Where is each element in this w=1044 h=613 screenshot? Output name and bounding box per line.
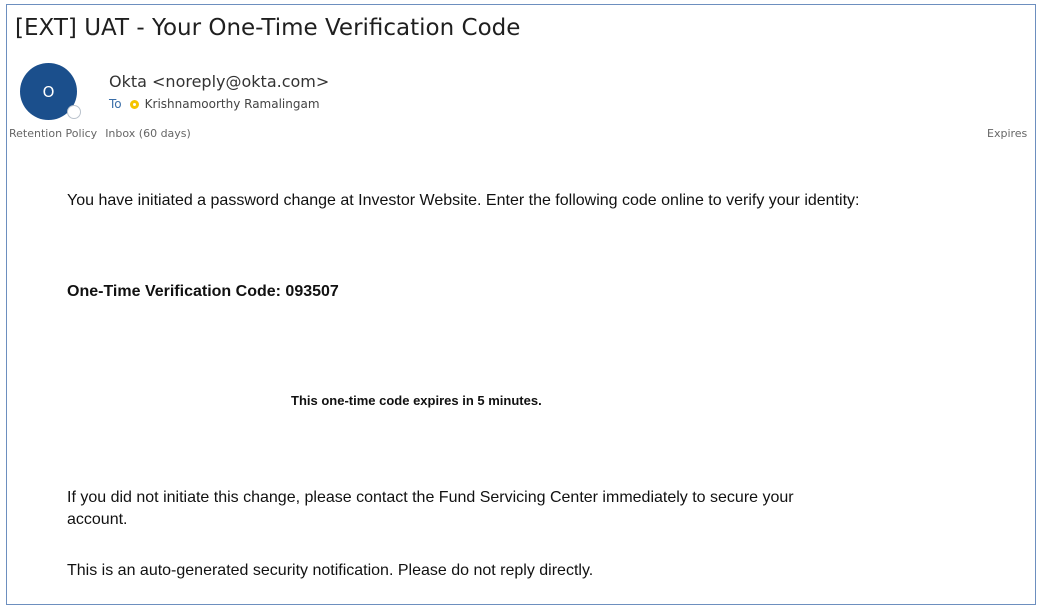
contact-paragraph: If you did not initiate this change, ple…: [67, 489, 794, 528]
presence-status-icon: [129, 99, 139, 109]
retention-folder: Inbox (60 days): [105, 127, 191, 140]
avatar-status-icon: [67, 105, 81, 119]
verification-code: One-Time Verification Code: 093507: [67, 283, 339, 300]
recipient-line: To Krishnamoorthy Ramalingam: [109, 97, 320, 111]
expires-label: Expires: [987, 127, 1028, 140]
avatar-initial: O: [42, 82, 55, 101]
recipient-name[interactable]: Krishnamoorthy Ramalingam: [145, 97, 320, 111]
expiry-notice: This one-time code expires in 5 minutes.: [291, 393, 542, 408]
auto-notice-paragraph: This is an auto-generated security notif…: [67, 562, 594, 579]
retention-policy-label: Retention Policy: [9, 127, 98, 140]
email-reading-pane: [EXT] UAT - Your One-Time Verification C…: [6, 4, 1036, 605]
sender-name[interactable]: Okta <noreply@okta.com>: [109, 72, 329, 91]
to-label: To: [109, 97, 122, 111]
email-subject: [EXT] UAT - Your One-Time Verification C…: [15, 15, 521, 41]
intro-paragraph: You have initiated a password change at …: [67, 192, 860, 209]
retention-info: Retention Policy Inbox (60 days): [9, 127, 191, 140]
